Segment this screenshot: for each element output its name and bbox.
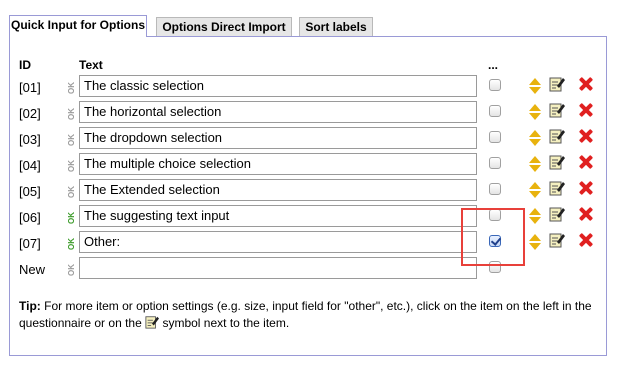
option-row: [01] OK The classic selection — [0, 75, 626, 101]
up-down-arrows-icon[interactable] — [528, 206, 542, 226]
tip-text-before: For more item or option settings (e.g. s… — [19, 299, 592, 330]
option-id: [06] — [19, 210, 41, 225]
edit-pencil-icon[interactable] — [549, 231, 565, 249]
tab-sort-labels[interactable]: Sort labels — [299, 17, 373, 37]
up-down-arrows-icon[interactable] — [528, 76, 542, 96]
option-text-input[interactable]: The multiple choice selection — [79, 153, 477, 175]
delete-x-icon[interactable] — [579, 103, 593, 117]
option-id: [02] — [19, 106, 41, 121]
option-text-input[interactable] — [79, 257, 477, 279]
option-checkbox[interactable] — [489, 183, 501, 195]
option-row: [03] OK The dropdown selection — [0, 127, 626, 153]
delete-x-icon[interactable] — [579, 207, 593, 221]
ok-status-icon: OK — [67, 160, 76, 172]
option-id: [03] — [19, 132, 41, 147]
option-text-input[interactable]: The suggesting text input — [79, 205, 477, 227]
up-down-arrows-icon[interactable] — [528, 180, 542, 200]
ok-status-icon: OK — [67, 108, 76, 120]
option-row: [02] OK The horizontal selection — [0, 101, 626, 127]
delete-x-icon[interactable] — [579, 181, 593, 195]
up-down-arrows-icon[interactable] — [528, 154, 542, 174]
tab-direct-import[interactable]: Options Direct Import — [156, 17, 292, 37]
option-text-input[interactable]: The classic selection — [79, 75, 477, 97]
option-row: [06] OK The suggesting text input — [0, 205, 626, 231]
option-text-input[interactable]: The Extended selection — [79, 179, 477, 201]
ok-status-icon: OK — [67, 238, 76, 250]
column-header-id: ID — [19, 58, 31, 72]
option-row: [05] OK The Extended selection — [0, 179, 626, 205]
up-down-arrows-icon[interactable] — [528, 232, 542, 252]
tip-text-after: symbol next to the item. — [162, 316, 290, 330]
option-id: [01] — [19, 80, 41, 95]
edit-pencil-icon[interactable] — [549, 205, 565, 223]
option-row: [07] OK Other: — [0, 231, 626, 257]
option-text-input[interactable]: The dropdown selection — [79, 127, 477, 149]
ok-status-icon: OK — [67, 82, 76, 94]
highlight-box — [461, 208, 525, 266]
edit-pencil-icon[interactable] — [549, 101, 565, 119]
column-header-more: ... — [488, 58, 499, 72]
option-text-input[interactable]: The horizontal selection — [79, 101, 477, 123]
ok-status-icon: OK — [67, 212, 76, 224]
up-down-arrows-icon[interactable] — [528, 102, 542, 122]
edit-pencil-icon[interactable] — [549, 75, 565, 93]
option-checkbox[interactable] — [489, 105, 501, 117]
tip-text: Tip: For more item or option settings (e… — [19, 298, 604, 332]
option-id: [05] — [19, 184, 41, 199]
option-id: New — [19, 262, 46, 277]
option-checkbox[interactable] — [489, 79, 501, 91]
option-row: [04] OK The multiple choice selection — [0, 153, 626, 179]
delete-x-icon[interactable] — [579, 129, 593, 143]
new-option-row: New OK — [0, 257, 626, 283]
column-header-text: Text — [79, 58, 103, 72]
option-text-input[interactable]: Other: — [79, 231, 477, 253]
option-id: [04] — [19, 158, 41, 173]
delete-x-icon[interactable] — [579, 233, 593, 247]
delete-x-icon[interactable] — [579, 77, 593, 91]
tip-label: Tip: — [19, 299, 41, 313]
edit-pencil-icon[interactable] — [549, 127, 565, 145]
ok-status-icon: OK — [67, 134, 76, 146]
edit-pencil-icon — [145, 315, 160, 329]
edit-pencil-icon[interactable] — [549, 179, 565, 197]
tab-quick-input[interactable]: Quick Input for Options — [9, 15, 147, 37]
edit-pencil-icon[interactable] — [549, 153, 565, 171]
delete-x-icon[interactable] — [579, 155, 593, 169]
up-down-arrows-icon[interactable] — [528, 128, 542, 148]
ok-status-icon: OK — [67, 264, 76, 276]
option-checkbox[interactable] — [489, 131, 501, 143]
option-checkbox[interactable] — [489, 157, 501, 169]
ok-status-icon: OK — [67, 186, 76, 198]
option-id: [07] — [19, 236, 41, 251]
